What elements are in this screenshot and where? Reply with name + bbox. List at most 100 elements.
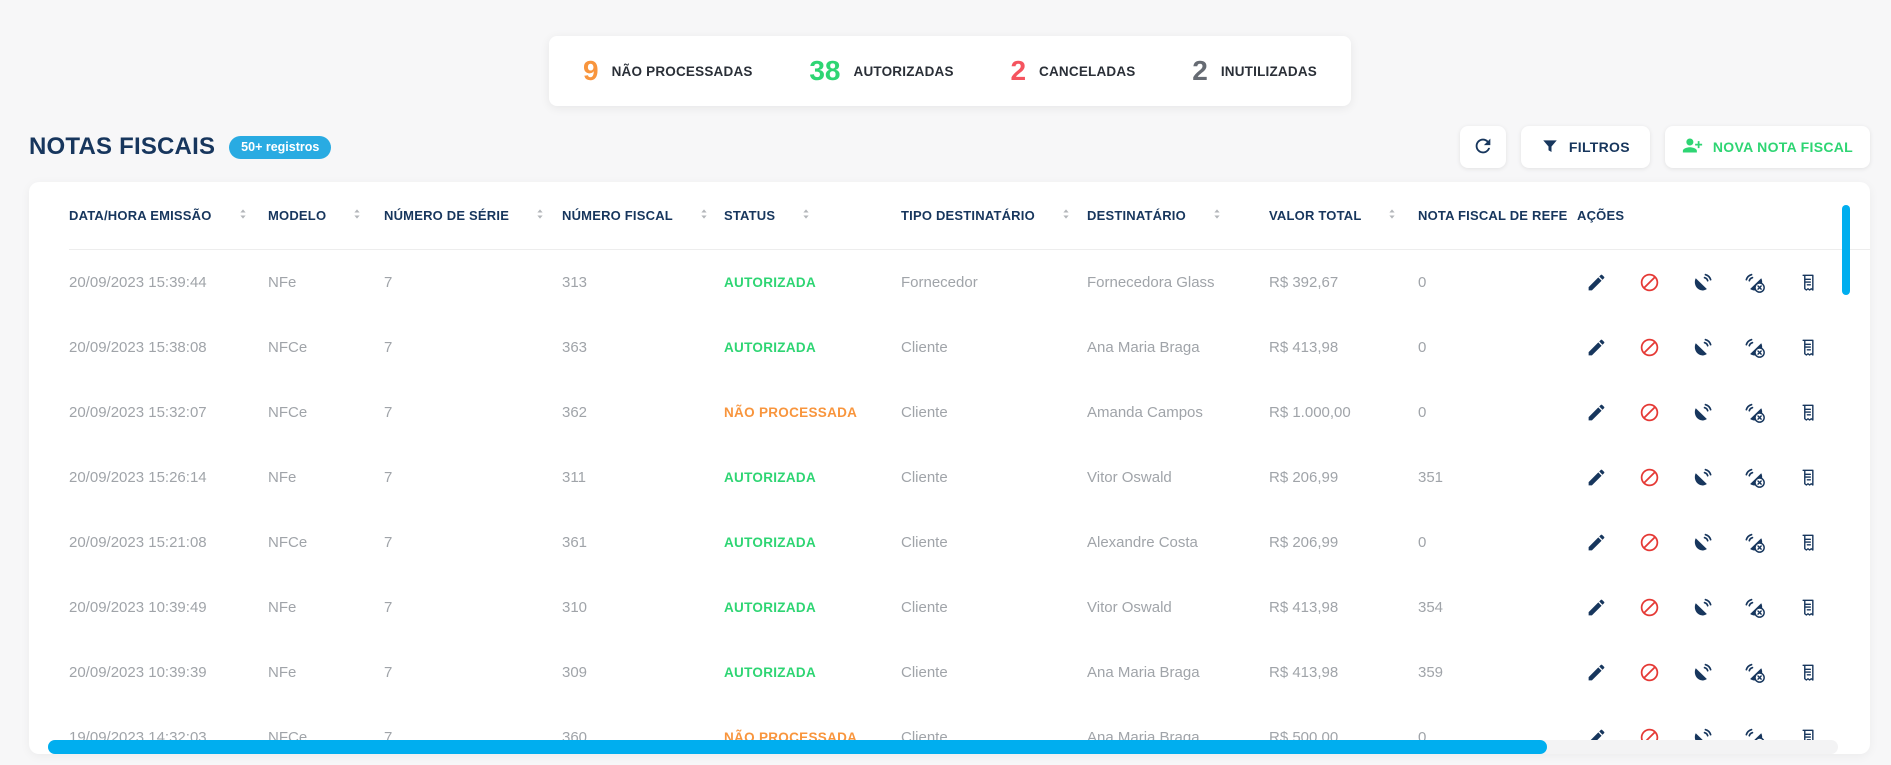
satellite-dish-icon xyxy=(1691,597,1713,619)
column-header-status[interactable]: STATUS xyxy=(724,182,901,250)
column-header-label: DATA/HORA EMISSÃO xyxy=(69,208,212,223)
danfe-action-button[interactable] xyxy=(1796,531,1820,555)
pencil-icon xyxy=(1586,467,1607,488)
cell-fiscal-number: 363 xyxy=(562,315,724,380)
edit-action-button[interactable] xyxy=(1584,336,1608,360)
cell-model: NFe xyxy=(268,575,384,640)
transmit-action-button[interactable] xyxy=(1690,401,1714,425)
receipt-icon xyxy=(1798,533,1818,553)
receipt-icon xyxy=(1798,273,1818,293)
transmit-action-button[interactable] xyxy=(1690,661,1714,685)
cell-series-number: 7 xyxy=(384,250,562,316)
block-icon xyxy=(1639,337,1660,358)
cell-status: AUTORIZADA xyxy=(724,640,901,705)
satellite-dish-icon xyxy=(1691,662,1713,684)
cell-fiscal-number: 309 xyxy=(562,640,724,705)
cancel-action-button[interactable] xyxy=(1637,401,1661,425)
stat-canceladas: 2 CANCELADAS xyxy=(1010,57,1135,85)
filters-button[interactable]: FILTROS xyxy=(1521,126,1650,168)
cell-series-number: 7 xyxy=(384,445,562,510)
cancel-action-button[interactable] xyxy=(1637,466,1661,490)
danfe-action-button[interactable] xyxy=(1796,661,1820,685)
transmit-action-button[interactable] xyxy=(1690,271,1714,295)
sort-arrows-icon xyxy=(350,207,364,224)
stat-label: AUTORIZADAS xyxy=(854,64,954,79)
satellite-dish-icon xyxy=(1691,272,1713,294)
cancel-action-button[interactable] xyxy=(1637,336,1661,360)
cancel-action-button[interactable] xyxy=(1637,271,1661,295)
sort-arrows-icon xyxy=(697,207,711,224)
edit-action-button[interactable] xyxy=(1584,466,1608,490)
transmit-action-button[interactable] xyxy=(1690,336,1714,360)
cancel-transmission-action-button[interactable] xyxy=(1743,336,1767,360)
cell-model: NFe xyxy=(268,640,384,705)
cell-series-number: 7 xyxy=(384,575,562,640)
satellite-dish-icon xyxy=(1691,532,1713,554)
pencil-icon xyxy=(1586,337,1607,358)
edit-action-button[interactable] xyxy=(1584,531,1608,555)
cancel-transmission-action-button[interactable] xyxy=(1743,466,1767,490)
cell-total-value: R$ 413,98 xyxy=(1269,575,1418,640)
table-header-row: DATA/HORA EMISSÃO MODELO NÚMERO DE SÉRIE… xyxy=(69,182,1870,250)
cell-model: NFe xyxy=(268,445,384,510)
cell-status: NÃO PROCESSADA xyxy=(724,380,901,445)
edit-action-button[interactable] xyxy=(1584,596,1608,620)
column-header-total[interactable]: VALOR TOTAL xyxy=(1269,182,1418,250)
transmit-action-button[interactable] xyxy=(1690,596,1714,620)
edit-action-button[interactable] xyxy=(1584,271,1608,295)
column-header-recipient_type[interactable]: TIPO DESTINATÁRIO xyxy=(901,182,1087,250)
cell-recipient: Vitor Oswald xyxy=(1087,575,1269,640)
cell-emission-datetime: 20/09/2023 15:38:08 xyxy=(69,315,268,380)
cancel-transmission-action-button[interactable] xyxy=(1743,271,1767,295)
cell-emission-datetime: 20/09/2023 15:21:08 xyxy=(69,510,268,575)
edit-action-button[interactable] xyxy=(1584,661,1608,685)
column-header-recipient[interactable]: DESTINATÁRIO xyxy=(1087,182,1269,250)
cell-recipient-type: Cliente xyxy=(901,640,1087,705)
cell-actions xyxy=(1577,380,1870,445)
column-header-label: NÚMERO DE SÉRIE xyxy=(384,208,509,223)
cell-model: NFCe xyxy=(268,510,384,575)
cell-total-value: R$ 206,99 xyxy=(1269,445,1418,510)
transmit-action-button[interactable] xyxy=(1690,531,1714,555)
cell-total-value: R$ 413,98 xyxy=(1269,640,1418,705)
column-header-number[interactable]: NÚMERO FISCAL xyxy=(562,182,724,250)
danfe-action-button[interactable] xyxy=(1796,401,1820,425)
cell-reference-invoice: 351 xyxy=(1418,445,1577,510)
edit-action-button[interactable] xyxy=(1584,401,1608,425)
table-row: 20/09/2023 10:39:39 NFe 7 309 AUTORIZADA… xyxy=(69,640,1870,705)
satellite-dish-x-icon xyxy=(1744,402,1766,424)
cell-total-value: R$ 1.000,00 xyxy=(1269,380,1418,445)
column-header-series[interactable]: NÚMERO DE SÉRIE xyxy=(384,182,562,250)
cell-reference-invoice: 354 xyxy=(1418,575,1577,640)
cancel-transmission-action-button[interactable] xyxy=(1743,401,1767,425)
cancel-transmission-action-button[interactable] xyxy=(1743,661,1767,685)
cell-fiscal-number: 310 xyxy=(562,575,724,640)
new-invoice-button[interactable]: NOVA NOTA FISCAL xyxy=(1665,126,1870,168)
danfe-action-button[interactable] xyxy=(1796,596,1820,620)
cell-fiscal-number: 311 xyxy=(562,445,724,510)
table-row: 20/09/2023 15:32:07 NFCe 7 362 NÃO PROCE… xyxy=(69,380,1870,445)
records-count-badge: 50+ registros xyxy=(229,136,331,159)
vertical-scrollbar[interactable] xyxy=(1842,205,1850,295)
cancel-action-button[interactable] xyxy=(1637,596,1661,620)
cell-recipient-type: Cliente xyxy=(901,380,1087,445)
stat-inutilizadas: 2 INUTILIZADAS xyxy=(1192,57,1317,85)
column-header-reference: NOTA FISCAL DE REFE xyxy=(1418,182,1577,250)
header-actions: FILTROS NOVA NOTA FISCAL xyxy=(1460,126,1870,168)
danfe-action-button[interactable] xyxy=(1796,336,1820,360)
cancel-transmission-action-button[interactable] xyxy=(1743,531,1767,555)
horizontal-scrollbar[interactable] xyxy=(48,740,1547,754)
cancel-action-button[interactable] xyxy=(1637,531,1661,555)
cell-actions xyxy=(1577,510,1870,575)
cancel-transmission-action-button[interactable] xyxy=(1743,596,1767,620)
satellite-dish-x-icon xyxy=(1744,272,1766,294)
cancel-action-button[interactable] xyxy=(1637,661,1661,685)
danfe-action-button[interactable] xyxy=(1796,271,1820,295)
danfe-action-button[interactable] xyxy=(1796,466,1820,490)
column-header-emission[interactable]: DATA/HORA EMISSÃO xyxy=(69,182,268,250)
refresh-button[interactable] xyxy=(1460,126,1506,168)
receipt-icon xyxy=(1798,403,1818,423)
column-header-model[interactable]: MODELO xyxy=(268,182,384,250)
cell-recipient-type: Fornecedor xyxy=(901,250,1087,316)
transmit-action-button[interactable] xyxy=(1690,466,1714,490)
